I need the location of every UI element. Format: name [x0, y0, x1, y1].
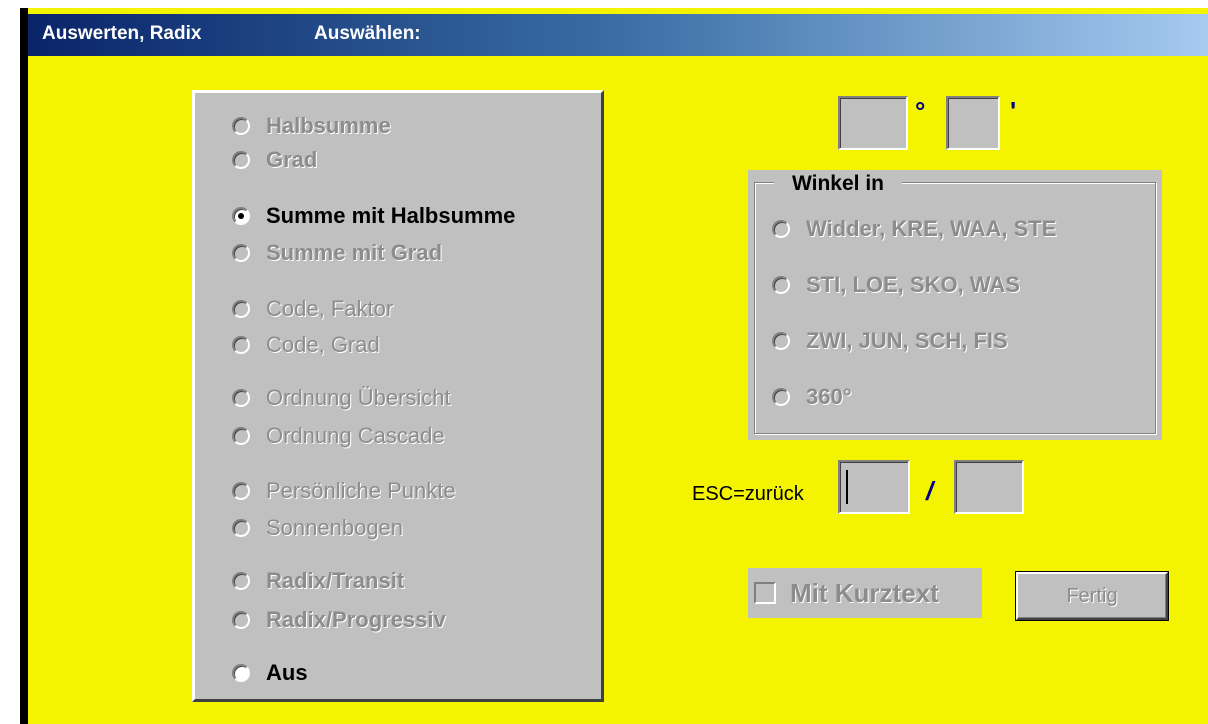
mode-radio-11 [232, 611, 250, 629]
winkel-radio-2 [772, 332, 790, 350]
mode-label-0: Halbsumme [266, 113, 391, 138]
winkel-radio-3 [772, 388, 790, 406]
winkel-label-3: 360° [806, 384, 852, 409]
winkel-option-0: Widder, KRE, WAA, STE [772, 216, 1056, 242]
mode-radio-7 [232, 427, 250, 445]
mode-option-8: Persönliche Punkte [232, 478, 456, 504]
mode-label-2: Summe mit Halbsumme [266, 203, 516, 228]
degree-input[interactable] [838, 96, 908, 150]
minute-input[interactable] [946, 96, 1000, 150]
winkel-option-3: 360° [772, 384, 852, 410]
mode-option-10: Radix/Transit [232, 568, 404, 594]
mode-radio-1 [232, 151, 250, 169]
winkel-label-0: Widder, KRE, WAA, STE [806, 216, 1057, 241]
esc-label: ESC=zurück [692, 483, 804, 505]
mode-radio-5 [232, 336, 250, 354]
mode-option-9: Sonnenbogen [232, 515, 403, 541]
winkel-option-2: ZWI, JUN, SCH, FIS [772, 328, 1008, 354]
winkel-in-legend: Winkel in [774, 172, 902, 196]
mode-radio-4 [232, 300, 250, 318]
title-bar: Auswerten, Radix Auswählen: [28, 14, 1208, 56]
mode-label-4: Code, Faktor [266, 296, 394, 321]
mode-radio-2[interactable] [232, 207, 250, 225]
mode-radio-9 [232, 519, 250, 537]
degree-symbol: ° [915, 96, 926, 126]
esc-right-input[interactable] [954, 460, 1024, 514]
mode-label-10: Radix/Transit [266, 568, 405, 593]
mode-radio-10 [232, 572, 250, 590]
mit-kurztext-checkbox-row[interactable]: Mit Kurztext [748, 568, 982, 618]
mode-label-1: Grad [266, 147, 318, 172]
winkel-in-groupbox: Winkel in Widder, KRE, WAA, STE STI, LOE,… [748, 170, 1162, 440]
window-left-edge [20, 8, 28, 724]
mode-option-2[interactable]: Summe mit Halbsumme [232, 203, 515, 229]
mode-label-9: Sonnenbogen [266, 515, 404, 540]
mode-option-5: Code, Grad [232, 332, 380, 358]
mode-option-3: Summe mit Grad [232, 240, 442, 266]
mode-option-11: Radix/Progressiv [232, 607, 446, 633]
mode-label-8: Persönliche Punkte [266, 478, 456, 503]
mode-radio-0 [232, 117, 250, 135]
mode-radio-12[interactable] [232, 664, 250, 682]
mode-option-0: Halbsumme [232, 113, 391, 139]
mode-label-12: Aus [266, 660, 308, 685]
mode-label-6: Ordnung Übersicht [266, 385, 451, 410]
mode-option-7: Ordnung Cascade [232, 423, 445, 449]
winkel-radio-0 [772, 220, 790, 238]
mit-kurztext-label: Mit Kurztext [790, 577, 939, 608]
mode-label-5: Code, Grad [266, 332, 380, 357]
title-text-right: Auswählen: [314, 23, 421, 44]
esc-separator: / [926, 476, 934, 506]
minute-symbol: ' [1010, 96, 1017, 126]
fertig-button[interactable]: Fertig [1015, 571, 1169, 621]
winkel-radio-1 [772, 276, 790, 294]
esc-left-input[interactable] [838, 460, 910, 514]
mode-label-7: Ordnung Cascade [266, 423, 445, 448]
mode-label-3: Summe mit Grad [266, 240, 443, 265]
mode-radio-6 [232, 389, 250, 407]
mode-radio-8 [232, 482, 250, 500]
winkel-option-1: STI, LOE, SKO, WAS [772, 272, 1020, 298]
mode-option-4: Code, Faktor [232, 296, 393, 322]
winkel-label-2: ZWI, JUN, SCH, FIS [806, 328, 1008, 353]
mode-label-11: Radix/Progressiv [266, 607, 446, 632]
winkel-label-1: STI, LOE, SKO, WAS [806, 272, 1020, 297]
title-text-left: Auswerten, Radix [42, 23, 202, 44]
mode-option-12[interactable]: Aus [232, 660, 308, 686]
mode-option-1: Grad [232, 147, 317, 173]
mit-kurztext-checkbox[interactable] [754, 582, 776, 604]
mode-option-6: Ordnung Übersicht [232, 385, 451, 411]
mode-radio-3 [232, 244, 250, 262]
